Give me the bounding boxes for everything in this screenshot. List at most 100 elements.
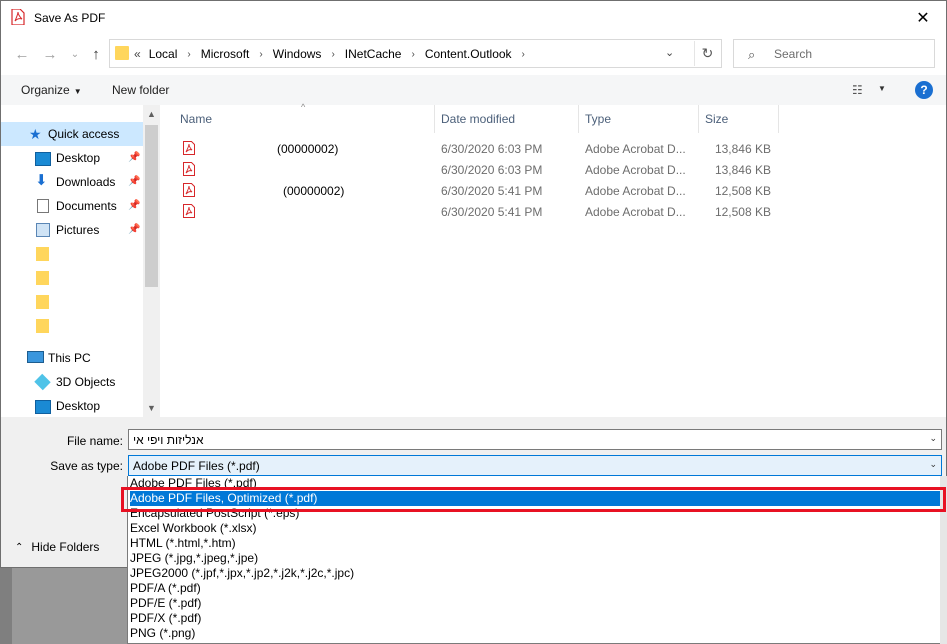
- nav-downloads[interactable]: ⬇ Downloads 📌: [1, 170, 143, 194]
- column-name[interactable]: Name: [180, 105, 212, 133]
- window-title: Save As PDF: [34, 11, 106, 25]
- nav-documents[interactable]: Documents 📌: [1, 194, 143, 218]
- file-type: Adobe Acrobat D...: [585, 142, 686, 156]
- file-name-field[interactable]: אנליזות ויפי אי ⌄: [128, 429, 942, 450]
- background-window: [12, 568, 128, 644]
- address-dropdown-icon[interactable]: ⌄: [665, 46, 674, 59]
- file-date: 6/30/2020 5:41 PM: [441, 184, 543, 198]
- file-type: Adobe Acrobat D...: [585, 163, 686, 177]
- pin-icon[interactable]: 📌: [128, 152, 140, 163]
- nav-scrollbar[interactable]: ▲ ▼: [143, 105, 160, 417]
- type-option[interactable]: Excel Workbook (*.xlsx): [130, 521, 940, 536]
- overflow-icon[interactable]: «: [134, 47, 141, 61]
- column-divider[interactable]: [434, 105, 435, 133]
- view-options-icon[interactable]: ☷: [852, 83, 863, 97]
- pdf-file-icon: [183, 141, 195, 155]
- column-type[interactable]: Type: [585, 105, 611, 133]
- chevron-right-icon[interactable]: ›: [411, 49, 414, 60]
- file-row[interactable]: (00000002) 6/30/2020 6:03 PM Adobe Acrob…: [161, 138, 781, 159]
- crumb-content-outlook[interactable]: Content.Outlook: [425, 47, 512, 61]
- chevron-right-icon[interactable]: ›: [259, 49, 262, 60]
- folder-icon: [36, 319, 49, 333]
- caret-down-icon: ▼: [73, 87, 82, 96]
- address-bar[interactable]: « Local › Microsoft › Windows › INetCache › …: [109, 39, 722, 68]
- crumb-windows[interactable]: Windows: [273, 47, 322, 61]
- chevron-down-icon[interactable]: ⌄: [929, 433, 937, 444]
- column-divider[interactable]: [698, 105, 699, 133]
- nav-quick-access[interactable]: ★ Quick access: [1, 122, 143, 146]
- nav-this-pc[interactable]: This PC: [1, 346, 143, 370]
- star-icon: ★: [29, 126, 42, 142]
- close-button[interactable]: ✕: [900, 1, 946, 35]
- up-button[interactable]: ↑: [86, 42, 106, 66]
- nav-label: Pictures: [56, 223, 100, 237]
- crumb-inetcache[interactable]: INetCache: [345, 47, 402, 61]
- scroll-thumb[interactable]: [145, 125, 158, 287]
- save-type-value: Adobe PDF Files (*.pdf): [133, 459, 260, 473]
- back-button[interactable]: ←: [12, 42, 32, 66]
- type-option[interactable]: PNG (*.png): [130, 626, 940, 641]
- nav-label: Desktop: [56, 399, 101, 413]
- nav-label: Quick access: [48, 127, 120, 141]
- column-date[interactable]: Date modified: [441, 105, 515, 133]
- column-divider[interactable]: [578, 105, 579, 133]
- type-option[interactable]: HTML (*.html,*.htm): [130, 536, 940, 551]
- chevron-down-icon[interactable]: ⌄: [929, 459, 937, 470]
- sort-ascending-icon: ^: [301, 102, 306, 112]
- nav-3d-objects[interactable]: 3D Objects: [1, 370, 143, 394]
- recent-locations-button[interactable]: ⌄: [65, 42, 85, 66]
- nav-desktop[interactable]: Desktop 📌: [1, 146, 143, 170]
- hide-folders-label: Hide Folders: [31, 540, 100, 554]
- crumb-local[interactable]: Local: [149, 47, 178, 61]
- scroll-down-icon[interactable]: ▼: [147, 403, 156, 413]
- nav-desktop-pc[interactable]: Desktop: [1, 394, 143, 418]
- forward-button[interactable]: →: [40, 42, 60, 66]
- chevron-down-icon: ⌄: [70, 48, 80, 60]
- nav-folder[interactable]: [1, 266, 143, 290]
- nav-label: 3D Objects: [56, 375, 116, 389]
- file-date: 6/30/2020 5:41 PM: [441, 205, 543, 219]
- refresh-button[interactable]: ↻: [694, 41, 720, 66]
- organize-label: Organize: [21, 83, 70, 97]
- type-option[interactable]: PDF/A (*.pdf): [130, 581, 940, 596]
- nav-folder[interactable]: [1, 242, 143, 266]
- save-type-select[interactable]: Adobe PDF Files (*.pdf) ⌄: [128, 455, 942, 476]
- help-icon[interactable]: ?: [915, 81, 933, 99]
- chevron-right-icon[interactable]: ›: [522, 49, 525, 60]
- documents-icon: [37, 199, 49, 213]
- chevron-right-icon[interactable]: ›: [331, 49, 334, 60]
- file-row[interactable]: (00000002) 6/30/2020 5:41 PM Adobe Acrob…: [161, 180, 781, 201]
- organize-button[interactable]: Organize ▼: [21, 83, 82, 97]
- save-type-label: Save as type:: [50, 459, 123, 473]
- file-row[interactable]: 6/30/2020 6:03 PM Adobe Acrobat D... 13,…: [161, 159, 781, 180]
- type-option[interactable]: PDF/X (*.pdf): [130, 611, 940, 626]
- pin-icon[interactable]: 📌: [128, 176, 140, 187]
- breadcrumb: « Local › Microsoft › Windows › INetCache › …: [134, 47, 535, 61]
- scroll-up-icon[interactable]: ▲: [147, 109, 156, 119]
- pin-icon[interactable]: 📌: [128, 224, 140, 235]
- type-option[interactable]: JPEG (*.jpg,*.jpeg,*.jpe): [130, 551, 940, 566]
- file-row[interactable]: 6/30/2020 5:41 PM Adobe Acrobat D... 12,…: [161, 201, 781, 222]
- chevron-right-icon[interactable]: ›: [187, 49, 190, 60]
- desktop-icon: [35, 152, 51, 166]
- search-icon: ⌕: [748, 47, 756, 62]
- nav-label: This PC: [48, 351, 91, 365]
- column-divider[interactable]: [778, 105, 779, 133]
- search-box[interactable]: ⌕ Search: [733, 39, 935, 68]
- nav-folder[interactable]: [1, 290, 143, 314]
- command-bar: Organize ▼ New folder ☷ ▼ ?: [1, 75, 946, 105]
- pin-icon[interactable]: 📌: [128, 200, 140, 211]
- new-folder-button[interactable]: New folder: [112, 83, 169, 97]
- file-list: ^ Name Date modified Type Size (00000002…: [161, 102, 946, 417]
- pictures-icon: [36, 223, 50, 237]
- type-option[interactable]: JPEG2000 (*.jpf,*.jpx,*.jp2,*.j2k,*.j2c,…: [130, 566, 940, 581]
- caret-down-icon[interactable]: ▼: [878, 84, 886, 93]
- crumb-microsoft[interactable]: Microsoft: [201, 47, 250, 61]
- column-size[interactable]: Size: [705, 105, 728, 133]
- type-option[interactable]: PDF/E (*.pdf): [130, 596, 940, 611]
- nav-pictures[interactable]: Pictures 📌: [1, 218, 143, 242]
- file-size: 12,508 KB: [714, 205, 771, 219]
- hide-folders-button[interactable]: ⌃ Hide Folders: [15, 540, 99, 554]
- nav-folder[interactable]: [1, 314, 143, 338]
- annotation-highlight-frame: [121, 487, 946, 512]
